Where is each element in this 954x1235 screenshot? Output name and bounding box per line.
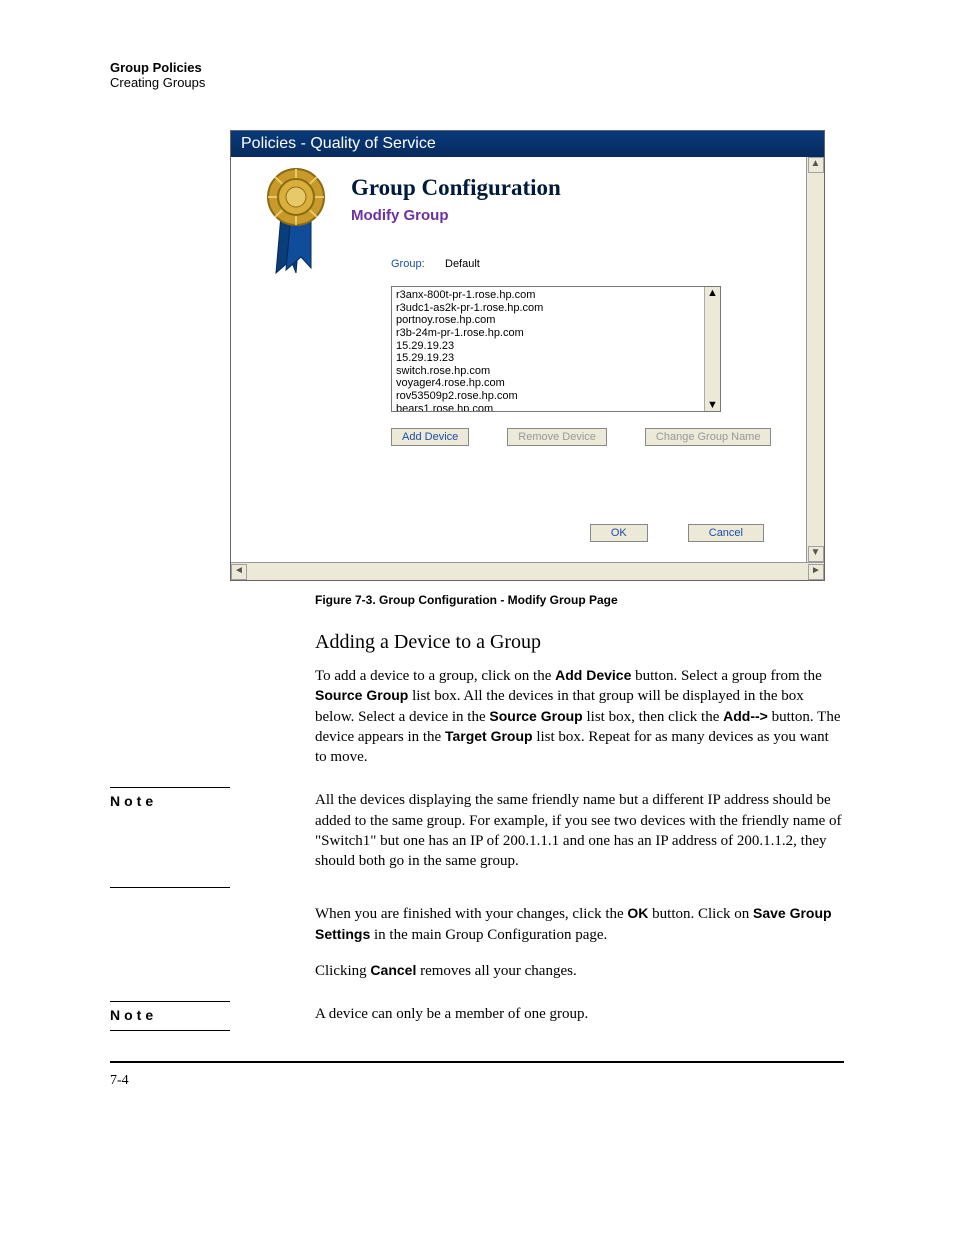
banner-subtitle: Modify Group — [351, 207, 794, 224]
remove-device-button[interactable]: Remove Device — [507, 428, 607, 446]
scroll-down-icon[interactable]: ▼ — [808, 546, 824, 562]
list-item[interactable]: rov53509p2.rose.hp.com — [396, 390, 716, 403]
scroll-left-icon[interactable]: ◄ — [231, 564, 247, 580]
group-row: Group: Default — [391, 254, 794, 272]
bold-add-arrow: Add--> — [723, 708, 768, 724]
list-item[interactable]: switch.rose.hp.com — [396, 365, 716, 378]
bold-target-group: Target Group — [445, 728, 533, 744]
note-label: Note — [110, 1007, 157, 1023]
listbox-scrollbar[interactable]: ▲ ▼ — [704, 287, 720, 411]
cancel-button[interactable]: Cancel — [688, 524, 764, 542]
footer-rule — [110, 1061, 844, 1063]
note-block-2: Note A device can only be a member of on… — [110, 1001, 844, 1031]
header-title: Group Policies — [110, 60, 844, 75]
bold-add-device: Add Device — [555, 667, 631, 683]
change-group-name-button[interactable]: Change Group Name — [645, 428, 772, 446]
note-rule-bottom — [110, 1030, 230, 1031]
paragraph-add-device: To add a device to a group, click on the… — [315, 666, 844, 767]
note-rule-top — [110, 1001, 230, 1002]
list-item[interactable]: 15.29.19.23 — [396, 340, 716, 353]
list-item[interactable]: 15.29.19.23 — [396, 352, 716, 365]
list-item[interactable]: r3b-24m-pr-1.rose.hp.com — [396, 327, 716, 340]
bold-ok: OK — [627, 905, 648, 921]
form-block: Group: Default r3anx-800t-pr-1.rose.hp.c… — [391, 254, 794, 446]
list-item[interactable]: r3udc1-as2k-pr-1.rose.hp.com — [396, 302, 716, 315]
banner-area: Group Configuration Modify Group — [351, 167, 794, 224]
group-value: Default — [445, 258, 480, 270]
paragraph-ok-save: When you are finished with your changes,… — [315, 904, 844, 945]
ribbon-icon — [261, 165, 331, 275]
text: To add a device to a group, click on the — [315, 668, 555, 684]
list-item[interactable]: portnoy.rose.hp.com — [396, 314, 716, 327]
ok-cancel-row: OK Cancel — [590, 524, 764, 542]
list-item[interactable]: voyager4.rose.hp.com — [396, 377, 716, 390]
note-1-text: All the devices displaying the same frie… — [315, 790, 844, 871]
bold-cancel: Cancel — [370, 962, 416, 978]
viewport-vscrollbar[interactable]: ▲ ▼ — [806, 157, 824, 562]
bold-source-group: Source Group — [489, 708, 582, 724]
note-label: Note — [110, 793, 157, 809]
note-rule-top — [110, 787, 230, 788]
page-header: Group Policies Creating Groups — [110, 60, 844, 90]
list-item[interactable]: bears1.rose.hp.com — [396, 403, 716, 411]
text: When you are finished with your changes,… — [315, 906, 627, 922]
text: button. Select a group from the — [631, 668, 821, 684]
note-2-text: A device can only be a member of one gro… — [315, 1004, 844, 1024]
text: list box, then click the — [583, 709, 723, 725]
scroll-up-icon[interactable]: ▲ — [707, 287, 718, 299]
figure-caption: Figure 7-3. Group Configuration - Modify… — [315, 593, 844, 607]
figure-screenshot: Policies - Quality of Service Group Conf… — [230, 130, 825, 581]
device-listbox[interactable]: r3anx-800t-pr-1.rose.hp.comr3udc1-as2k-p… — [391, 286, 721, 412]
text: button. Click on — [648, 906, 753, 922]
text: in the main Group Configuration page. — [370, 927, 607, 943]
group-label: Group: — [391, 258, 441, 270]
banner-title: Group Configuration — [351, 175, 794, 201]
ok-button[interactable]: OK — [590, 524, 648, 542]
list-item[interactable]: r3anx-800t-pr-1.rose.hp.com — [396, 289, 716, 302]
window-viewport: Group Configuration Modify Group Group: … — [231, 157, 824, 562]
note-block-1: Note All the devices displaying the same… — [110, 787, 844, 888]
paragraph-cancel: Clicking Cancel removes all your changes… — [315, 961, 844, 981]
text: removes all your changes. — [416, 963, 576, 979]
viewport-hscrollbar[interactable]: ◄ ► — [231, 562, 824, 580]
text: Clicking — [315, 963, 370, 979]
page-number: 7-4 — [110, 1073, 844, 1089]
add-device-button[interactable]: Add Device — [391, 428, 469, 446]
window-titlebar: Policies - Quality of Service — [231, 131, 824, 157]
button-row: Add Device Remove Device Change Group Na… — [391, 428, 794, 446]
scroll-right-icon[interactable]: ► — [808, 564, 824, 580]
bold-source-group: Source Group — [315, 687, 408, 703]
scroll-down-icon[interactable]: ▼ — [707, 399, 718, 411]
scroll-up-icon[interactable]: ▲ — [808, 157, 824, 173]
header-subtitle: Creating Groups — [110, 75, 844, 90]
note-rule-bottom — [110, 887, 230, 888]
section-heading: Adding a Device to a Group — [315, 631, 844, 654]
